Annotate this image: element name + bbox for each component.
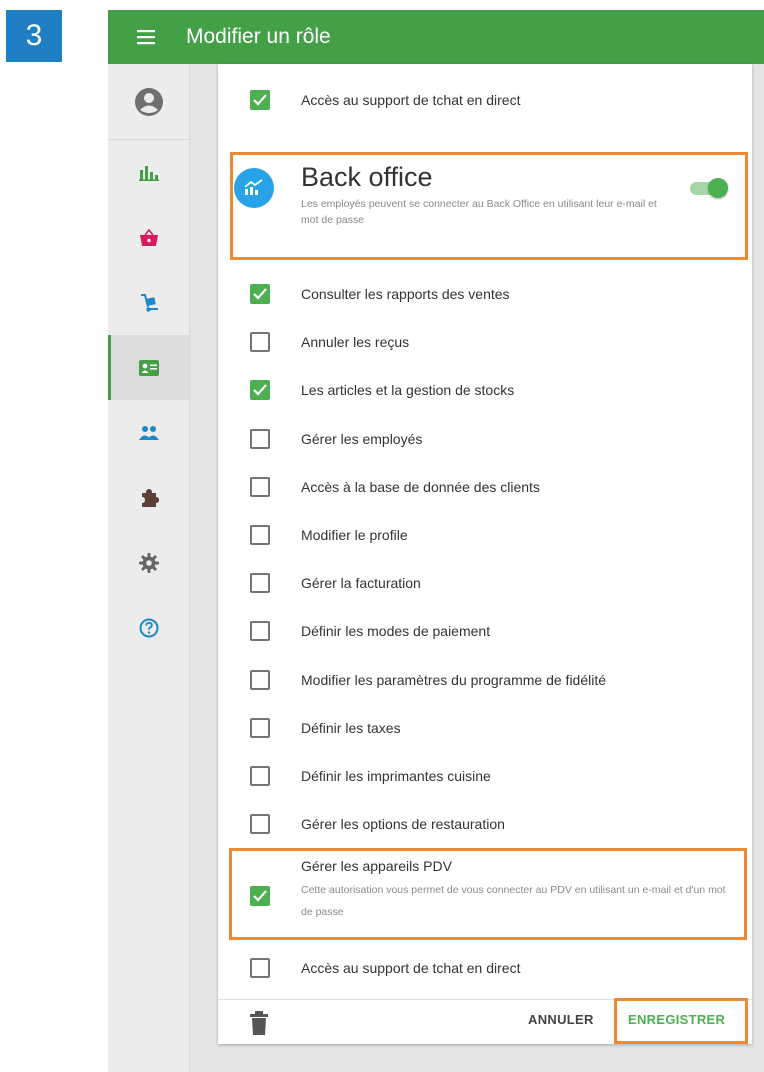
permission-checkbox[interactable] xyxy=(250,429,270,449)
permission-label: Accès au support de tchat en direct xyxy=(301,960,521,976)
permission-label: Annuler les reçus xyxy=(301,334,410,350)
permission-label: Accès au support de tchat en direct xyxy=(301,92,521,108)
role-edit-panel: Accès au support de tchat en direct Back… xyxy=(218,64,752,1044)
user-avatar[interactable] xyxy=(108,64,189,140)
permission-checkbox[interactable] xyxy=(250,766,270,786)
back-office-highlight-frame xyxy=(230,152,748,260)
permission-checkbox[interactable] xyxy=(250,477,270,497)
permission-checkbox[interactable] xyxy=(250,670,270,690)
permission-row: Gérer les options de restauration xyxy=(218,800,752,848)
permission-row-live-chat: Accès au support de tchat en direct xyxy=(218,944,752,992)
panel-footer: ANNULER ENREGISTRER xyxy=(218,998,752,1044)
sidebar-item-customers[interactable] xyxy=(108,400,189,465)
permission-label: Définir les modes de paiement xyxy=(301,623,491,639)
permission-checkbox[interactable] xyxy=(250,284,270,304)
permission-row: Modifier le profile xyxy=(218,511,752,559)
help-icon xyxy=(139,618,158,637)
permission-row: Définir les taxes xyxy=(218,704,752,752)
app-bar: Modifier un rôle xyxy=(108,10,764,64)
sidebar-item-help[interactable] xyxy=(108,595,189,660)
account-circle-icon xyxy=(134,87,163,116)
menu-icon xyxy=(137,30,155,45)
permission-label: Consulter les rapports des ventes xyxy=(301,286,510,302)
checkmark-icon xyxy=(253,384,267,396)
checkmark-icon xyxy=(253,288,267,300)
sidebar-item-settings[interactable] xyxy=(108,530,189,595)
cancel-button[interactable]: ANNULER xyxy=(528,1012,594,1027)
hamburger-menu-button[interactable] xyxy=(108,10,186,64)
save-highlight-frame xyxy=(614,998,748,1044)
sidebar-item-reports[interactable] xyxy=(108,140,189,205)
permission-checkbox[interactable] xyxy=(250,380,270,400)
people-icon xyxy=(138,425,159,440)
sidebar-item-employees[interactable] xyxy=(108,335,189,400)
permission-label: Modifier les paramètres du programme de … xyxy=(301,672,607,688)
permission-checkbox[interactable] xyxy=(250,814,270,834)
permission-row: Consulter les rapports des ventes xyxy=(218,270,752,318)
permission-row: Les articles et la gestion de stocks xyxy=(218,366,752,414)
dolly-icon xyxy=(140,293,158,312)
permission-label: Modifier le profile xyxy=(301,527,408,543)
permission-row: Gérer les employés xyxy=(218,415,752,463)
permission-row: Annuler les reçus xyxy=(218,318,752,366)
bar-chart-icon xyxy=(138,165,159,181)
permission-checkbox[interactable] xyxy=(250,621,270,641)
checkmark-icon xyxy=(253,94,267,106)
permission-row: Modifier les paramètres du programme de … xyxy=(218,656,752,704)
permission-checkbox[interactable] xyxy=(250,332,270,352)
permission-row: Gérer la facturation xyxy=(218,559,752,607)
pdv-highlight-frame xyxy=(229,848,747,940)
permission-checkbox[interactable] xyxy=(250,718,270,738)
permission-label: Les articles et la gestion de stocks xyxy=(301,382,515,398)
delete-trash-icon[interactable] xyxy=(248,1010,270,1036)
sidebar xyxy=(108,64,190,1072)
permission-label: Gérer la facturation xyxy=(301,575,421,591)
permission-label: Accès à la base de donnée des clients xyxy=(301,479,540,495)
permission-row: Définir les modes de paiement xyxy=(218,607,752,655)
permission-label: Gérer les options de restauration xyxy=(301,816,505,832)
gear-icon xyxy=(138,552,159,573)
permission-label: Gérer les employés xyxy=(301,431,423,447)
permission-row: Définir les imprimantes cuisine xyxy=(218,752,752,800)
permission-checkbox[interactable] xyxy=(250,573,270,593)
sidebar-item-inventory[interactable] xyxy=(108,270,189,335)
puzzle-icon xyxy=(141,488,159,507)
sidebar-item-integrations[interactable] xyxy=(108,465,189,530)
permission-checkbox[interactable] xyxy=(250,958,270,978)
permission-checkbox[interactable] xyxy=(250,525,270,545)
app-window: Modifier un rôle Accès au support de tch… xyxy=(108,10,764,1072)
permission-label: Définir les taxes xyxy=(301,720,401,736)
step-number-badge: 3 xyxy=(6,10,62,62)
permission-row: Accès à la base de donnée des clients xyxy=(218,463,752,511)
basket-icon xyxy=(139,228,158,246)
permission-label: Définir les imprimantes cuisine xyxy=(301,768,491,784)
permission-checkbox[interactable] xyxy=(250,90,270,110)
page-title: Modifier un rôle xyxy=(186,25,331,48)
permission-row-live-chat-pos: Accès au support de tchat en direct xyxy=(218,76,752,124)
id-card-icon xyxy=(138,359,159,376)
sidebar-item-sales[interactable] xyxy=(108,205,189,270)
